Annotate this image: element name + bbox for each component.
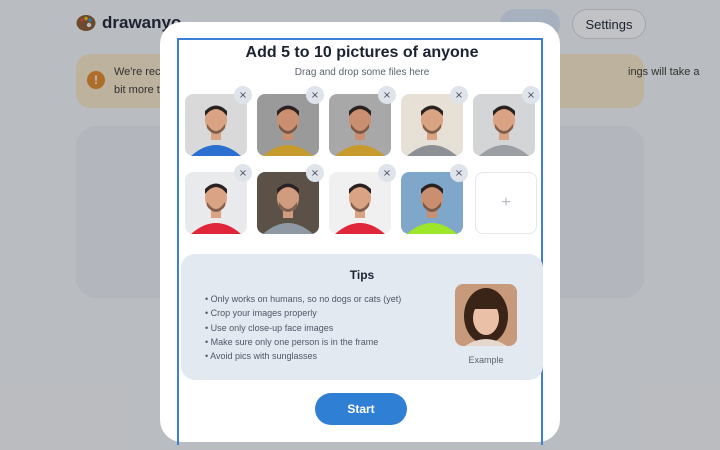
tip-item: Avoid pics with sunglasses	[205, 349, 401, 363]
remove-photo-button[interactable]: ×	[234, 164, 252, 182]
remove-photo-button[interactable]: ×	[306, 164, 324, 182]
example-photo	[455, 284, 517, 346]
tip-item: Crop your images properly	[205, 306, 401, 320]
start-button[interactable]: Start	[315, 393, 407, 425]
uploaded-photo	[185, 94, 247, 156]
example-caption: Example	[468, 355, 504, 365]
remove-photo-button[interactable]: ×	[522, 86, 540, 104]
add-photo-button[interactable]: +	[475, 172, 537, 234]
uploaded-photo	[401, 94, 463, 156]
tips-list: Only works on humans, so no dogs or cats…	[205, 292, 401, 363]
dropzone-hint: Drag and drop some files here	[294, 67, 430, 78]
uploaded-photo	[329, 172, 391, 234]
tip-item: Only works on humans, so no dogs or cats…	[205, 292, 402, 306]
tips-panel: Tips Only works on humans, so no dogs or…	[181, 254, 543, 380]
uploaded-photo	[257, 172, 319, 234]
uploaded-photo	[473, 94, 535, 156]
tip-item: Use only close-up face images	[205, 321, 401, 335]
tip-item: Make sure only one person is in the fram…	[205, 335, 401, 349]
uploaded-photo	[257, 94, 319, 156]
uploaded-photo	[185, 172, 247, 234]
uploaded-photo	[401, 172, 463, 234]
remove-photo-button[interactable]: ×	[378, 164, 396, 182]
dropzone[interactable]: Add 5 to 10 pictures of anyone Drag and …	[177, 38, 543, 445]
remove-photo-button[interactable]: ×	[450, 164, 468, 182]
uploaded-photo	[329, 94, 391, 156]
tips-title: Tips	[349, 268, 375, 282]
modal-title: Add 5 to 10 pictures of anyone	[245, 44, 479, 61]
remove-photo-button[interactable]: ×	[450, 86, 468, 104]
remove-photo-button[interactable]: ×	[306, 86, 324, 104]
remove-photo-button[interactable]: ×	[378, 86, 396, 104]
remove-photo-button[interactable]: ×	[234, 86, 252, 104]
upload-modal: Add 5 to 10 pictures of anyone Drag and …	[160, 22, 560, 445]
